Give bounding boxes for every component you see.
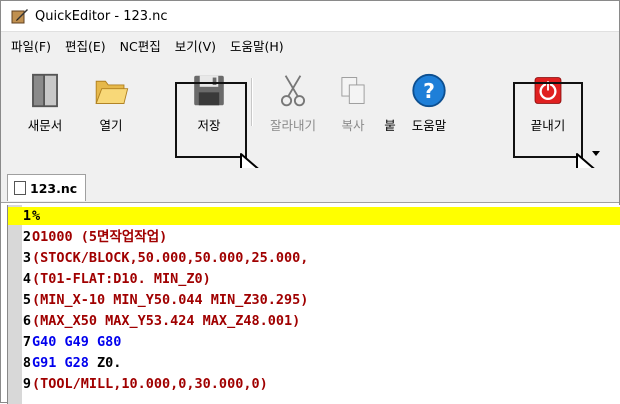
svg-text:?: ? bbox=[423, 79, 435, 103]
copy-label: 복사 bbox=[341, 118, 365, 133]
paste-icon bbox=[383, 72, 397, 109]
toolbar-separator bbox=[251, 78, 253, 126]
line-number: 2 bbox=[22, 229, 31, 245]
copy-button[interactable]: 복사 bbox=[331, 68, 375, 134]
help-question-icon: ? bbox=[412, 73, 446, 108]
line-text: G91 G28 bbox=[32, 355, 89, 371]
menu-view[interactable]: 보기(V) bbox=[175, 36, 216, 55]
document-icon bbox=[14, 181, 26, 195]
line-number: 3 bbox=[22, 250, 31, 266]
save-highlight-box bbox=[175, 82, 247, 158]
new-document-icon bbox=[32, 73, 58, 108]
menu-bar: 파일(F) 편집(E) NC편집 보기(V) 도움말(H) bbox=[1, 31, 619, 59]
title-bar: QuickEditor - 123.nc bbox=[1, 1, 619, 31]
code-line[interactable]: 4(T01-FLAT:D10. MIN_Z0) bbox=[8, 270, 620, 288]
open-folder-icon bbox=[95, 80, 129, 104]
line-text: (MAX_X50 MAX_Y53.424 MAX_Z48.001) bbox=[32, 313, 301, 329]
code-line[interactable]: 8G91 G28 Z0. bbox=[8, 354, 620, 372]
line-number: 7 bbox=[22, 334, 31, 350]
line-text: G40 G49 G80 bbox=[32, 334, 122, 350]
tab-123-nc[interactable]: 123.nc bbox=[7, 174, 87, 201]
copy-icon bbox=[341, 77, 365, 104]
menu-edit[interactable]: 편집(E) bbox=[65, 36, 106, 55]
menu-file[interactable]: 파일(F) bbox=[11, 36, 51, 55]
code-line[interactable]: 2O1000 (5면작업작업) bbox=[8, 228, 620, 246]
document-tab-bar: 123.nc bbox=[1, 168, 619, 203]
line-text: (MIN_X-10 MIN_Y50.044 MIN_Z30.295) bbox=[32, 292, 309, 308]
tab-label: 123.nc bbox=[30, 180, 78, 196]
toolbar: 새문서 열기 저장 잘라내기 복사 붙 ? 도움말 끝내기 bbox=[1, 58, 619, 188]
new-document-label: 새문서 bbox=[27, 118, 63, 133]
cut-label: 잘라내기 bbox=[269, 118, 316, 133]
window-title: QuickEditor - 123.nc bbox=[35, 8, 168, 24]
open-label: 열기 bbox=[99, 118, 123, 133]
line-number: 1 bbox=[22, 208, 31, 224]
scissors-icon bbox=[280, 75, 306, 107]
paste-button[interactable]: 붙 bbox=[383, 68, 397, 134]
code-line[interactable]: 9(TOOL/MILL,10.000,0,30.000,0) bbox=[8, 375, 620, 393]
new-document-button[interactable]: 새문서 bbox=[21, 68, 69, 134]
line-text: O1000 (5면작업작업) bbox=[32, 229, 168, 245]
line-text: (STOCK/BLOCK,50.000,50.000,25.000, bbox=[32, 250, 309, 266]
exit-highlight-box bbox=[513, 82, 583, 158]
line-number: 5 bbox=[22, 292, 31, 308]
app-window: QuickEditor - 123.nc 파일(F) 편집(E) NC편집 보기… bbox=[0, 0, 620, 404]
menu-help[interactable]: 도움말(H) bbox=[230, 36, 284, 55]
line-text-tail: Z0. bbox=[88, 355, 122, 371]
line-number: 6 bbox=[22, 313, 31, 329]
line-number: 4 bbox=[22, 271, 31, 287]
line-number: 9 bbox=[22, 376, 31, 392]
cut-button[interactable]: 잘라내기 bbox=[263, 68, 323, 134]
code-line[interactable]: 5(MIN_X-10 MIN_Y50.044 MIN_Z30.295) bbox=[8, 291, 620, 309]
help-button[interactable]: ? 도움말 bbox=[401, 68, 457, 134]
help-label: 도움말 bbox=[411, 118, 447, 133]
code-line[interactable]: 6(MAX_X50 MAX_Y53.424 MAX_Z48.001) bbox=[8, 312, 620, 330]
code-line[interactable]: 3(STOCK/BLOCK,50.000,50.000,25.000, bbox=[8, 249, 620, 267]
paste-label: 붙 bbox=[384, 118, 396, 133]
code-line[interactable]: 7G40 G49 G80 bbox=[8, 333, 620, 351]
menu-nc-edit[interactable]: NC편집 bbox=[120, 36, 161, 55]
quickeditor-app-icon bbox=[11, 9, 28, 24]
code-line[interactable]: 1% bbox=[8, 207, 620, 225]
line-text: (TOOL/MILL,10.000,0,30.000,0) bbox=[32, 376, 268, 392]
line-text: % bbox=[32, 208, 41, 224]
line-text: (T01-FLAT:D10. MIN_Z0) bbox=[32, 271, 211, 287]
line-number: 8 bbox=[22, 355, 31, 371]
open-button[interactable]: 열기 bbox=[87, 68, 135, 134]
code-editor[interactable]: 1% 2O1000 (5면작업작업) 3(STOCK/BLOCK,50.000,… bbox=[7, 205, 620, 404]
